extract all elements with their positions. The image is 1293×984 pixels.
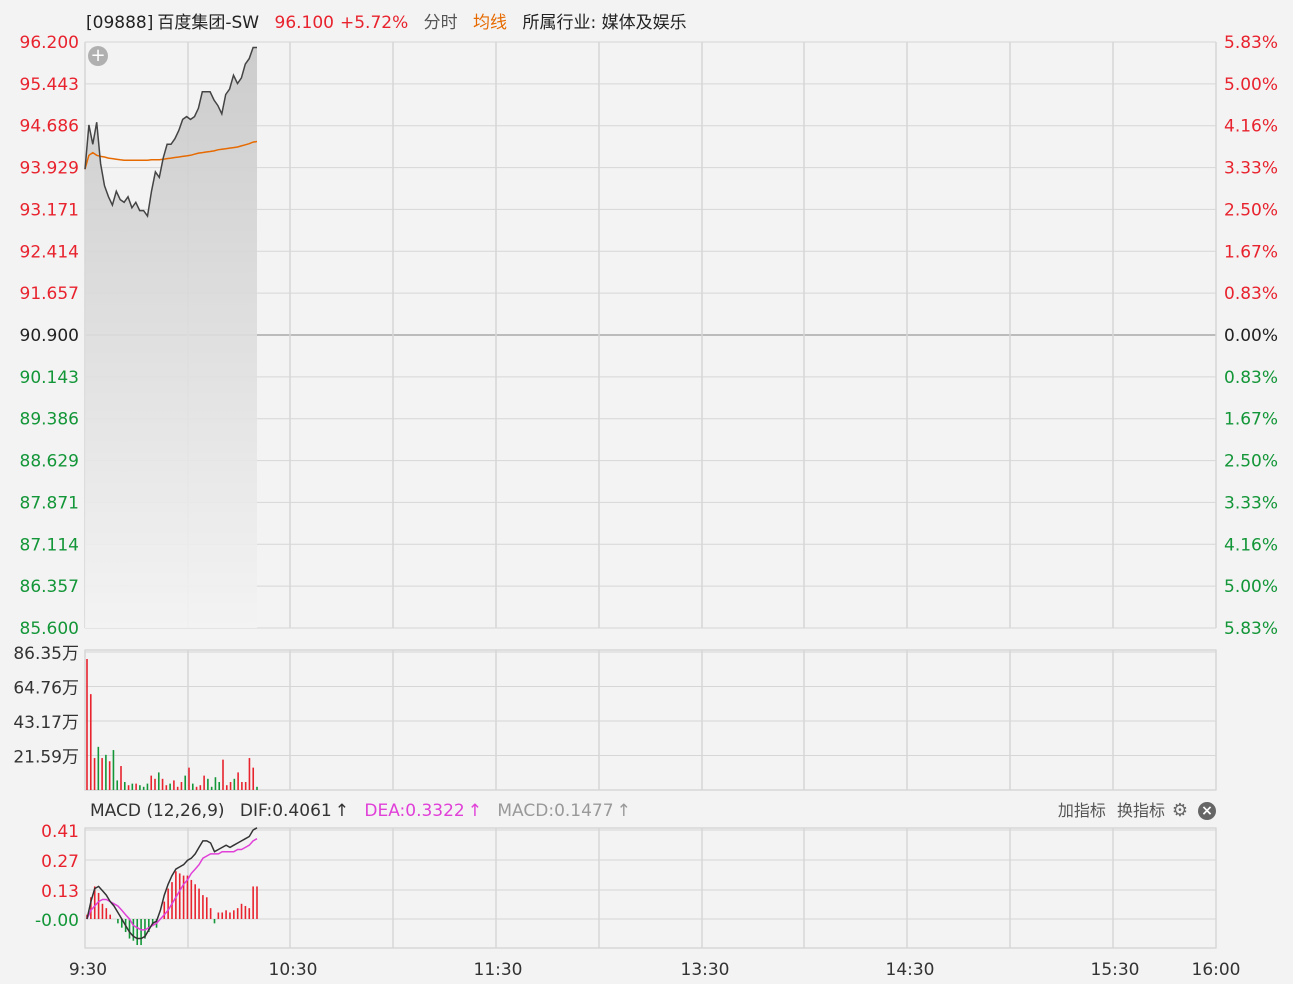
pct-tick-label: 0.83% bbox=[1224, 284, 1278, 304]
volume-tick-label: 64.76万 bbox=[13, 679, 79, 699]
stock-name: 百度集团-SW bbox=[157, 13, 260, 33]
dea-value: DEA:0.3322 ↑ bbox=[364, 801, 482, 821]
pct-tick-label: 3.33% bbox=[1224, 493, 1278, 513]
x-tick-label: 14:30 bbox=[886, 960, 935, 980]
price-tick-label: 95.443 bbox=[20, 75, 79, 95]
pct-tick-label: 5.00% bbox=[1224, 75, 1278, 95]
indicator-tools: 加指标 换指标 bbox=[1052, 800, 1165, 822]
dif-value: DIF:0.4061 ↑ bbox=[239, 801, 349, 821]
industry-label[interactable]: 所属行业: 媒体及娱乐 bbox=[522, 13, 686, 33]
tab-average-line[interactable]: 均线 bbox=[473, 13, 507, 33]
volume-frame bbox=[84, 649, 1217, 791]
gear-icon[interactable]: ⚙ bbox=[1170, 801, 1190, 821]
volume-tick-label: 86.35万 bbox=[13, 644, 79, 664]
price-tick-label: 87.114 bbox=[20, 535, 79, 555]
price-tick-label: 89.386 bbox=[20, 410, 79, 430]
price-tick-label: 88.629 bbox=[20, 452, 79, 472]
price-tick-label: 87.871 bbox=[20, 493, 79, 513]
macd-title[interactable]: MACD (12,26,9) bbox=[90, 801, 225, 821]
stock-change: +5.72% bbox=[339, 13, 409, 33]
macd-value: MACD:0.1477 ↑ bbox=[497, 801, 631, 821]
price-tick-label: 90.900 bbox=[20, 326, 79, 346]
price-tick-label: 93.171 bbox=[20, 200, 79, 220]
macd-header: MACD (12,26,9) DIF:0.4061 ↑ DEA:0.3322 ↑ M… bbox=[90, 800, 641, 822]
price-tick-label: 85.600 bbox=[20, 619, 79, 639]
plus-icon[interactable]: + bbox=[88, 46, 108, 66]
pct-tick-label: 1.67% bbox=[1224, 410, 1278, 430]
price-tick-label: 90.143 bbox=[20, 368, 79, 388]
x-tick-label: 15:30 bbox=[1091, 960, 1140, 980]
volume-tick-label: 43.17万 bbox=[13, 713, 79, 733]
price-tick-label: 96.200 bbox=[20, 33, 79, 53]
price-tick-label: 94.686 bbox=[20, 117, 79, 137]
pct-tick-label: 0.83% bbox=[1224, 368, 1278, 388]
macd-arrow-icon: ↑ bbox=[616, 801, 631, 821]
pct-tick-label: 4.16% bbox=[1224, 117, 1278, 137]
pct-tick-label: 0.00% bbox=[1224, 326, 1278, 346]
pct-tick-label: 3.33% bbox=[1224, 159, 1278, 179]
x-tick-label: 16:00 bbox=[1192, 960, 1241, 980]
macd-frame bbox=[84, 827, 1217, 949]
price-tick-label: 92.414 bbox=[20, 242, 79, 262]
price-tick-label: 91.657 bbox=[20, 284, 79, 304]
pct-tick-label: 5.00% bbox=[1224, 577, 1278, 597]
x-tick-label: 11:30 bbox=[474, 960, 523, 980]
pct-tick-label: 2.50% bbox=[1224, 200, 1278, 220]
stock-price: 96.100 bbox=[274, 13, 334, 33]
macd-tick-label: 0.41 bbox=[41, 822, 79, 842]
pct-tick-label: 5.83% bbox=[1224, 619, 1278, 639]
tab-intraday[interactable]: 分时 bbox=[424, 13, 458, 33]
price-tick-label: 86.357 bbox=[20, 577, 79, 597]
dea-arrow-icon: ↑ bbox=[467, 801, 482, 821]
price-area bbox=[85, 47, 257, 628]
chart-header: [09888] 百度集团-SW 96.100 +5.72% 分时 均线 所属行业: … bbox=[86, 12, 697, 34]
pct-tick-label: 5.83% bbox=[1224, 33, 1278, 53]
x-tick-label: 10:30 bbox=[269, 960, 318, 980]
dif-arrow-icon: ↑ bbox=[334, 801, 349, 821]
pct-tick-label: 2.50% bbox=[1224, 452, 1278, 472]
volume-tick-label: 21.59万 bbox=[13, 748, 79, 768]
x-tick-label: 9:30 bbox=[69, 960, 107, 980]
price-tick-label: 93.929 bbox=[20, 159, 79, 179]
close-icon[interactable]: × bbox=[1198, 802, 1216, 820]
switch-indicator-button[interactable]: 换指标 bbox=[1117, 801, 1165, 820]
x-tick-label: 13:30 bbox=[681, 960, 730, 980]
pct-tick-label: 4.16% bbox=[1224, 535, 1278, 555]
macd-tick-label: -0.00 bbox=[35, 911, 79, 931]
stock-code: [09888] bbox=[86, 13, 154, 33]
macd-tick-label: 0.13 bbox=[41, 882, 79, 902]
add-indicator-button[interactable]: 加指标 bbox=[1058, 801, 1106, 820]
macd-tick-label: 0.27 bbox=[41, 852, 79, 872]
intraday-chart[interactable]: 96.200 5.83% 95.443 5.00% 94.686 4.16% 93.929 3… bbox=[0, 0, 1293, 984]
pct-tick-label: 1.67% bbox=[1224, 242, 1278, 262]
